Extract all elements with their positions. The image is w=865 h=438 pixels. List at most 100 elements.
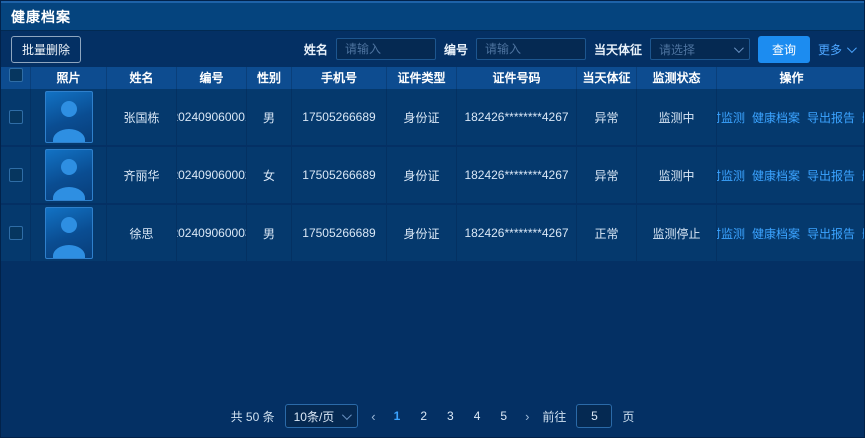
pagination-bar: 共 50 条 10条/页 ‹ 1 2 3 4 5 › 前往 页 — [1, 399, 864, 437]
cell-id-type: 身份证 — [387, 89, 457, 145]
action-realtime-monitor[interactable]: 实时监测 — [717, 109, 745, 126]
records-table: 照片 姓名 编号 性别 手机号 证件类型 证件号码 当天体征 监测状态 操作 张… — [1, 67, 864, 399]
select-all-header — [1, 67, 31, 89]
cell-photo — [31, 147, 107, 203]
cell-id-type: 身份证 — [387, 205, 457, 261]
cell-vitals: 异常 — [577, 89, 637, 145]
action-health-record[interactable]: 健康档案 — [752, 225, 800, 242]
cell-id-number: 182426********4267 — [457, 147, 577, 203]
cell-vitals: 正常 — [577, 205, 637, 261]
action-export-report[interactable]: 导出报告 — [807, 109, 855, 126]
table-row: 齐丽华 202409060002 女 17505266689 身份证 18242… — [1, 147, 864, 203]
avatar-head-shape — [61, 217, 77, 233]
cell-id-type: 身份证 — [387, 147, 457, 203]
name-filter-label: 姓名 — [304, 41, 328, 58]
table-row: 张国栋 202409060001 男 17505266689 身份证 18242… — [1, 89, 864, 145]
avatar — [45, 149, 93, 201]
title-bar: 健康档案 — [1, 1, 864, 31]
cell-gender: 男 — [247, 89, 292, 145]
avatar-head-shape — [61, 101, 77, 117]
page-button-4[interactable]: 4 — [469, 409, 486, 423]
page-button-3[interactable]: 3 — [442, 409, 459, 423]
code-filter-label: 编号 — [444, 41, 468, 58]
column-header-code: 编号 — [177, 67, 247, 89]
next-page-icon[interactable]: › — [522, 409, 532, 424]
goto-suffix: 页 — [622, 408, 634, 425]
more-button[interactable]: 更多 — [818, 41, 854, 58]
action-delete[interactable]: 删除 — [862, 225, 864, 242]
chevron-down-icon — [342, 410, 352, 420]
column-header-operations: 操作 — [717, 67, 864, 89]
column-header-id-type: 证件类型 — [387, 67, 457, 89]
avatar-torso-shape — [53, 129, 85, 143]
vitals-filter-label: 当天体征 — [594, 41, 642, 58]
action-realtime-monitor[interactable]: 实时监测 — [717, 225, 745, 242]
more-label: 更多 — [818, 41, 842, 58]
cell-id-number: 182426********4267 — [457, 205, 577, 261]
query-button[interactable]: 查询 — [758, 36, 810, 63]
cell-status: 监测中 — [637, 147, 717, 203]
page-title: 健康档案 — [11, 7, 71, 27]
table-body: 张国栋 202409060001 男 17505266689 身份证 18242… — [1, 89, 864, 399]
cell-status: 监测中 — [637, 89, 717, 145]
cell-phone: 17505266689 — [292, 89, 387, 145]
column-header-id-number: 证件号码 — [457, 67, 577, 89]
page-size-value: 10条/页 — [294, 408, 335, 425]
cell-status: 监测停止 — [637, 205, 717, 261]
cell-operations: 实时监测 健康档案 导出报告 删除 — [717, 147, 864, 203]
action-delete[interactable]: 删除 — [862, 109, 864, 126]
row-checkbox[interactable] — [9, 110, 23, 124]
goto-page-input[interactable] — [576, 404, 612, 428]
batch-delete-button[interactable]: 批量删除 — [11, 36, 81, 63]
chevron-down-icon — [847, 43, 857, 53]
column-header-status: 监测状态 — [637, 67, 717, 89]
cell-select — [1, 89, 31, 145]
column-header-photo: 照片 — [31, 67, 107, 89]
code-filter-input[interactable] — [476, 38, 586, 60]
page-button-5[interactable]: 5 — [495, 409, 512, 423]
cell-operations: 实时监测 健康档案 导出报告 删除 — [717, 89, 864, 145]
action-health-record[interactable]: 健康档案 — [752, 167, 800, 184]
cell-photo — [31, 89, 107, 145]
cell-photo — [31, 205, 107, 261]
chevron-down-icon — [734, 43, 744, 53]
vitals-filter-select[interactable]: 请选择 — [650, 38, 750, 60]
cell-code: 202409060003 — [177, 205, 247, 261]
avatar-torso-shape — [53, 245, 85, 259]
cell-phone: 17505266689 — [292, 147, 387, 203]
action-delete[interactable]: 删除 — [862, 167, 864, 184]
column-header-name: 姓名 — [107, 67, 177, 89]
avatar — [45, 207, 93, 259]
health-records-app: 健康档案 批量删除 姓名 编号 当天体征 请选择 查询 更多 照片 姓名 — [0, 0, 865, 438]
avatar-head-shape — [61, 159, 77, 175]
page-button-2[interactable]: 2 — [415, 409, 432, 423]
page-button-1[interactable]: 1 — [389, 409, 406, 423]
cell-vitals: 异常 — [577, 147, 637, 203]
page-size-select[interactable]: 10条/页 — [285, 404, 359, 428]
action-export-report[interactable]: 导出报告 — [807, 225, 855, 242]
table-header-row: 照片 姓名 编号 性别 手机号 证件类型 证件号码 当天体征 监测状态 操作 — [1, 67, 864, 89]
action-health-record[interactable]: 健康档案 — [752, 109, 800, 126]
table-row: 徐思 202409060003 男 17505266689 身份证 182426… — [1, 205, 864, 261]
vitals-select-placeholder: 请选择 — [659, 41, 695, 58]
prev-page-icon[interactable]: ‹ — [368, 409, 378, 424]
cell-id-number: 182426********4267 — [457, 89, 577, 145]
cell-select — [1, 205, 31, 261]
avatar — [45, 91, 93, 143]
row-checkbox[interactable] — [9, 226, 23, 240]
cell-gender: 男 — [247, 205, 292, 261]
cell-name: 齐丽华 — [107, 147, 177, 203]
toolbar: 批量删除 姓名 编号 当天体征 请选择 查询 更多 — [1, 31, 864, 65]
avatar-torso-shape — [53, 187, 85, 201]
column-header-phone: 手机号 — [292, 67, 387, 89]
total-count: 共 50 条 — [231, 408, 275, 425]
cell-code: 202409060002 — [177, 147, 247, 203]
column-header-gender: 性别 — [247, 67, 292, 89]
action-realtime-monitor[interactable]: 实时监测 — [717, 167, 745, 184]
name-filter-input[interactable] — [336, 38, 436, 60]
action-export-report[interactable]: 导出报告 — [807, 167, 855, 184]
cell-name: 徐思 — [107, 205, 177, 261]
select-all-checkbox[interactable] — [9, 68, 23, 82]
cell-gender: 女 — [247, 147, 292, 203]
row-checkbox[interactable] — [9, 168, 23, 182]
